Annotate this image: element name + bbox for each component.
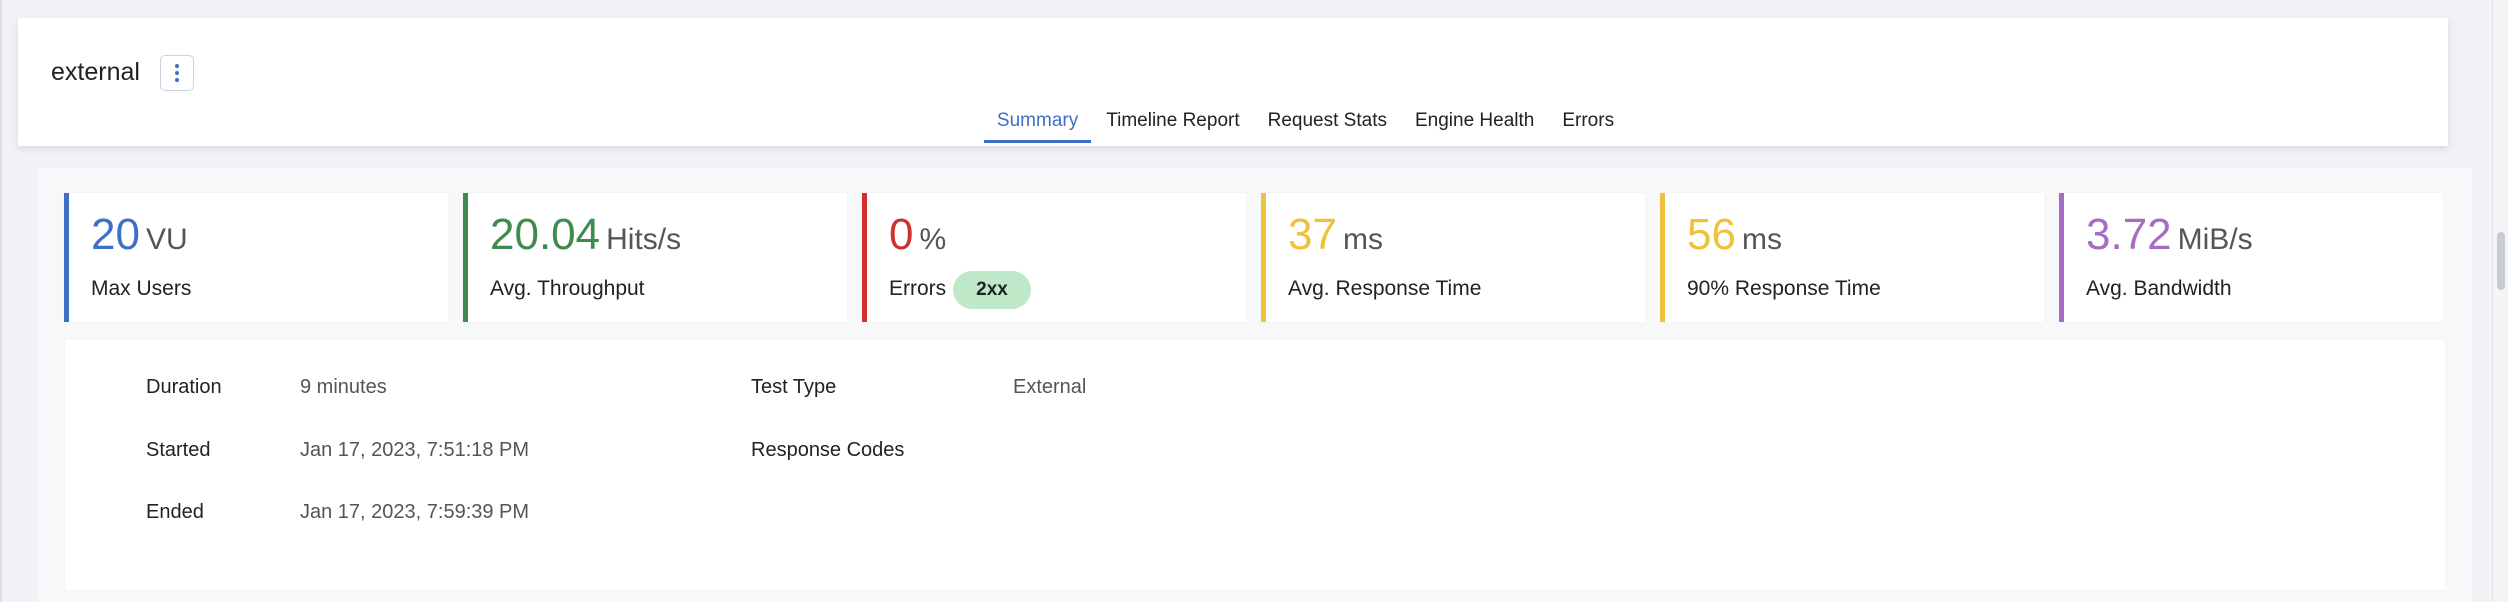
tab-request-stats[interactable]: Request Stats bbox=[1255, 110, 1400, 143]
stat-label: Max Users bbox=[91, 277, 192, 300]
kebab-menu-icon bbox=[175, 64, 179, 82]
more-options-button[interactable] bbox=[160, 55, 194, 91]
tab-summary[interactable]: Summary bbox=[983, 110, 1092, 143]
test-details: Duration 9 minutes Started Jan 17, 2023,… bbox=[65, 340, 2445, 590]
stat-card-avg-throughput: 20.04 Hits/s Avg. Throughput bbox=[463, 193, 847, 322]
stat-unit: ms bbox=[1342, 223, 1383, 256]
stat-card-avg-response-time: 37 ms Avg. Response Time bbox=[1261, 193, 1645, 322]
tab-errors[interactable]: Errors bbox=[1549, 110, 1627, 143]
test-type-value: External bbox=[1013, 376, 1087, 398]
stat-label: 90% Response Time bbox=[1687, 277, 1881, 300]
stat-unit: Hits/s bbox=[606, 223, 682, 256]
stats-row: 20 VU Max Users 20.04 Hits/s Avg. Throughp… bbox=[64, 193, 2443, 322]
ended-value: Jan 17, 2023, 7:59:39 PM bbox=[300, 501, 530, 523]
stat-card-errors: 0% Errors bbox=[862, 193, 1246, 322]
response-code-badge: 2xx bbox=[953, 271, 1031, 309]
test-type-label: Test Type bbox=[751, 376, 837, 398]
duration-value: 9 minutes bbox=[300, 376, 387, 398]
stat-card-max-users: 20 VU Max Users bbox=[64, 193, 448, 322]
started-value: Jan 17, 2023, 7:51:18 PM bbox=[300, 439, 530, 461]
stat-label: Avg. Response Time bbox=[1288, 277, 1482, 300]
stat-value: 37 bbox=[1288, 210, 1337, 259]
stat-value: 0 bbox=[889, 210, 914, 259]
tab-engine-health[interactable]: Engine Health bbox=[1402, 110, 1547, 143]
started-label: Started bbox=[146, 439, 211, 461]
stat-label: Avg. Bandwidth bbox=[2086, 277, 2232, 300]
stat-unit: % bbox=[919, 223, 947, 256]
stat-unit: ms bbox=[1741, 223, 1782, 256]
stat-card-avg-bandwidth: 3.72 MiB/s Avg. Bandwidth bbox=[2059, 193, 2443, 322]
report-header: external Summary Timeline Report Request… bbox=[18, 18, 2448, 146]
stat-value: 20 bbox=[91, 210, 140, 259]
stat-label: Errors bbox=[889, 277, 947, 300]
vertical-scrollbar[interactable] bbox=[2492, 0, 2508, 602]
stat-label: Avg. Throughput bbox=[490, 277, 645, 300]
stat-card-90-response-time: 56 ms 90% Response Time bbox=[1660, 193, 2044, 322]
scrollbar-thumb[interactable] bbox=[2497, 232, 2505, 290]
summary-panel: 20 VU Max Users 20.04 Hits/s Avg. Throughp… bbox=[38, 168, 2472, 602]
stat-value: 20.04 bbox=[490, 210, 601, 259]
duration-label: Duration bbox=[146, 376, 222, 398]
stat-value: 56 bbox=[1687, 210, 1736, 259]
stat-value: 3.72 bbox=[2086, 210, 2172, 259]
page-title: external bbox=[51, 58, 140, 86]
stat-unit: MiB/s bbox=[2177, 223, 2253, 256]
stat-unit: VU bbox=[145, 223, 188, 256]
response-codes-label: Response Codes bbox=[751, 439, 905, 461]
tab-timeline-report[interactable]: Timeline Report bbox=[1093, 110, 1252, 143]
app-frame: external Summary Timeline Report Request… bbox=[0, 0, 2508, 602]
ended-label: Ended bbox=[146, 501, 204, 523]
report-tabs: Summary Timeline Report Request Stats En… bbox=[18, 110, 2448, 143]
